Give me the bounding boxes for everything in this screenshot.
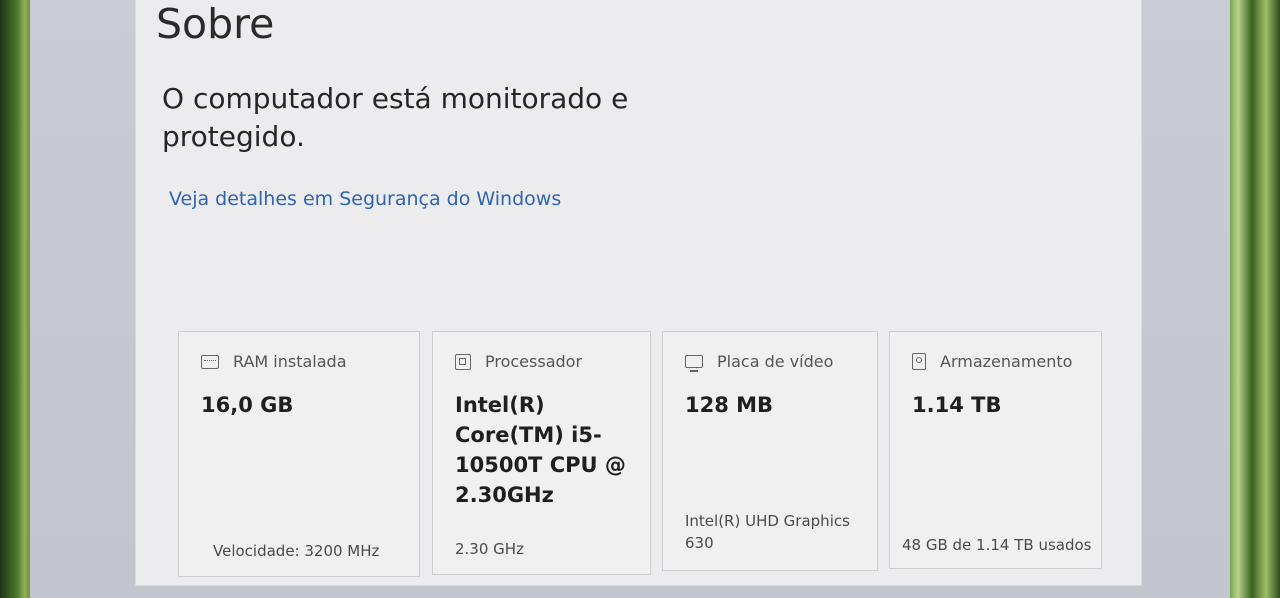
storage-value: 1.14 TB <box>912 393 1002 417</box>
storage-card-header: Armazenamento <box>912 352 1072 371</box>
ram-value: 16,0 GB <box>201 393 294 417</box>
processor-speed: 2.30 GHz <box>455 540 524 558</box>
monitor-icon <box>685 355 703 372</box>
ram-label: RAM instalada <box>233 352 347 371</box>
ram-card-header: RAM instalada <box>201 352 347 371</box>
storage-label: Armazenamento <box>940 352 1073 371</box>
storage-icon <box>912 353 926 370</box>
ram-speed: Velocidade: 3200 MHz <box>213 542 380 560</box>
processor-card: Processador Intel(R) Core(TM) i5-10500T … <box>432 331 651 575</box>
page-title: Sobre <box>156 0 275 48</box>
ram-card: RAM instalada 16,0 GB Velocidade: 3200 M… <box>178 331 420 577</box>
gpu-name: Intel(R) UHD Graphics 630 <box>685 512 850 552</box>
processor-label: Processador <box>485 352 583 371</box>
gpu-label: Placa de vídeo <box>717 352 834 371</box>
gpu-value: 128 MB <box>685 393 774 417</box>
storage-usage: 48 GB de 1.14 TB usados <box>902 536 1092 554</box>
security-status-text: O computador está monitorado e protegido… <box>162 82 629 153</box>
cpu-icon <box>455 353 471 370</box>
processor-value: Intel(R) Core(TM) i5-10500T CPU @ 2.30GH… <box>455 393 626 507</box>
gpu-card-header: Placa de vídeo <box>685 352 834 372</box>
gpu-card: Placa de vídeo 128 MB Intel(R) UHD Graph… <box>662 331 878 571</box>
processor-card-header: Processador <box>455 352 582 371</box>
windows-security-link[interactable]: Veja detalhes em Segurança do Windows <box>169 188 561 210</box>
ram-icon <box>201 354 219 369</box>
storage-card: Armazenamento 1.14 TB 48 GB de 1.14 TB u… <box>889 331 1102 569</box>
